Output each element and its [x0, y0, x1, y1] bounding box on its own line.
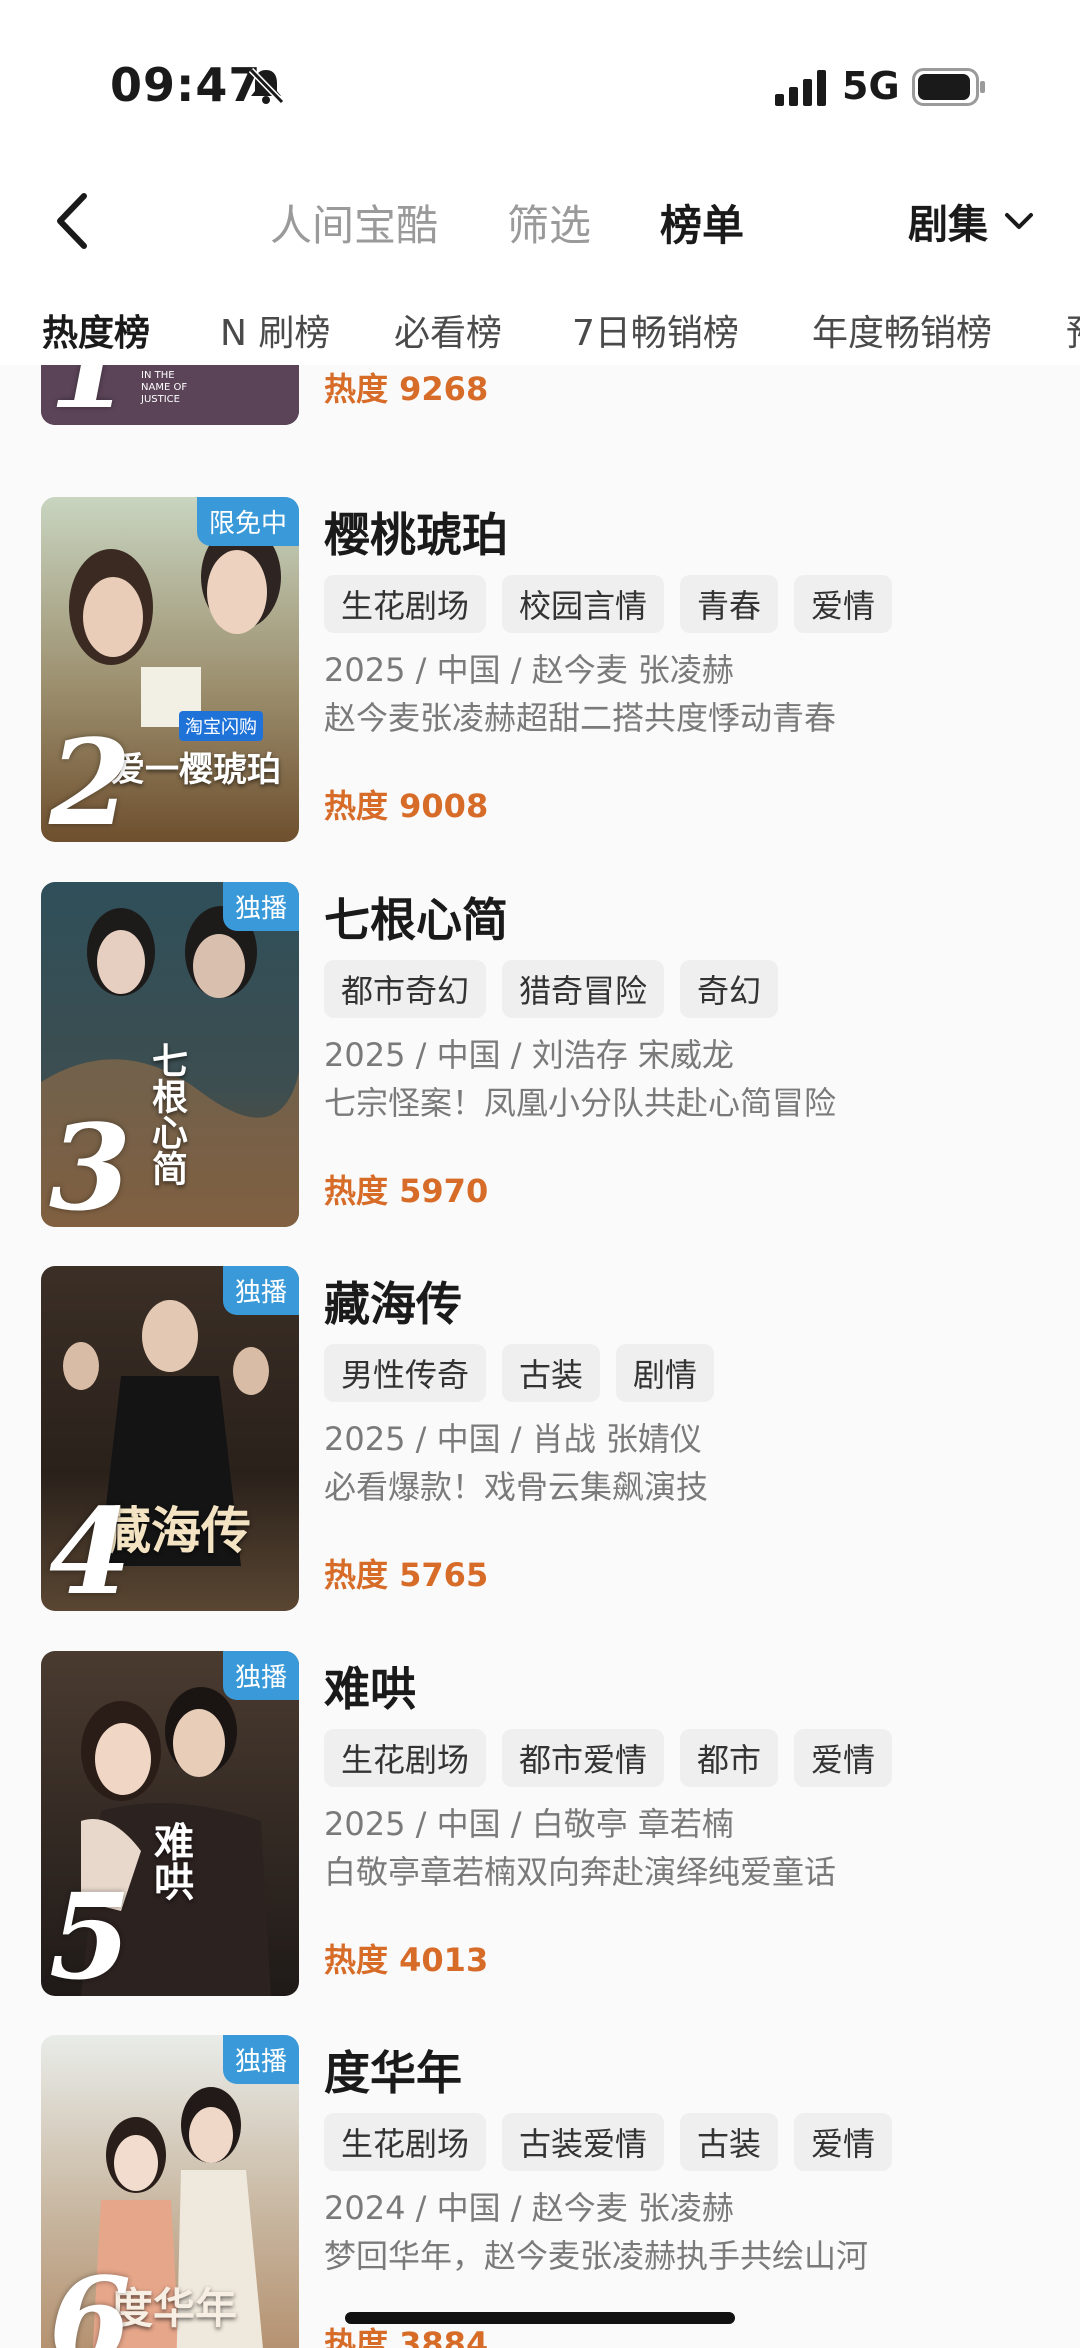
rank-tab-must-watch[interactable]: 必看榜	[394, 304, 502, 356]
poster-rank: 5	[49, 1867, 132, 1996]
item-title[interactable]: 难哄	[324, 1653, 416, 1719]
poster-rank: 4	[49, 1482, 132, 1611]
list-item[interactable]: 独播 难哄 5 难哄 生花剧场 都市爱情 都市 爱情 2025 / 中国 / 白…	[0, 1651, 1080, 2036]
rank-tab-rewatch[interactable]: N 刷榜	[220, 304, 330, 356]
tag[interactable]: 青春	[680, 575, 779, 633]
status-time: 09:47	[110, 58, 262, 112]
heat-value: 热度 5970	[324, 1172, 489, 1210]
tag[interactable]: 爱情	[794, 575, 893, 633]
signal-icon	[775, 70, 826, 106]
rank-tabs: 热度榜 N 刷榜 必看榜 7日畅销榜 年度畅销榜 预	[0, 300, 1080, 360]
poster[interactable]: 独播 难哄 5	[41, 1651, 299, 1996]
item-meta: 2025 / 中国 / 白敬亭 章若楠	[324, 1805, 734, 1843]
item-description: 七宗怪案！凤凰小分队共赴心简冒险	[324, 1084, 837, 1122]
poster-rank: 6	[49, 2251, 132, 2348]
poster: IN THE NAME OF JUSTICE 1	[41, 365, 299, 425]
tag[interactable]: 古装	[680, 2113, 779, 2171]
chevron-down-icon	[1005, 213, 1033, 229]
tag[interactable]: 爱情	[794, 2113, 893, 2171]
rank-tab-7day-best[interactable]: 7日畅销榜	[572, 304, 739, 356]
bell-muted-icon	[248, 67, 285, 105]
tag[interactable]: 校园言情	[502, 575, 665, 633]
category-label: 剧集	[908, 202, 988, 248]
tag-list: 男性传奇 古装 剧情	[324, 1344, 715, 1402]
heat-value: 热度 4013	[324, 1941, 489, 1979]
poster[interactable]: 限免中 淘宝闪购 爱一樱琥珀 2	[41, 497, 299, 842]
heat-value: 热度 9008	[324, 787, 489, 825]
poster-badge: 独播	[222, 1651, 299, 1700]
tag-list: 生花剧场 都市爱情 都市 爱情	[324, 1729, 893, 1787]
list-item[interactable]: IN THE NAME OF JUSTICE 1 热度 9268	[0, 365, 1080, 465]
item-description: 梦回华年，赵今麦张凌赫执手共绘山河	[324, 2237, 869, 2275]
poster-badge: 限免中	[196, 497, 299, 546]
ranking-list: IN THE NAME OF JUSTICE 1 热度 9268	[0, 365, 1080, 2348]
tag-list: 生花剧场 古装爱情 古装 爱情	[324, 2113, 893, 2171]
tag[interactable]: 爱情	[794, 1729, 893, 1787]
tag[interactable]: 古装爱情	[502, 2113, 665, 2171]
poster-title-art: 七根心简	[146, 1042, 188, 1186]
poster-rank: 2	[49, 713, 132, 842]
tab-filter[interactable]: 筛选	[507, 192, 591, 253]
poster[interactable]: 独播 度华年 6	[41, 2035, 299, 2348]
poster[interactable]: 独播 七根心简 3	[41, 882, 299, 1227]
tag[interactable]: 都市	[680, 1729, 779, 1787]
poster-badge: 独播	[222, 2035, 299, 2084]
poster-title-art: 爱一樱琥珀	[111, 750, 281, 790]
item-meta: 2025 / 中国 / 刘浩存 宋威龙	[324, 1036, 734, 1074]
poster-title-art: 难哄	[147, 1821, 194, 1901]
item-meta: 2025 / 中国 / 肖战 张婧仪	[324, 1420, 702, 1458]
item-title[interactable]: 樱桃琥珀	[324, 499, 508, 565]
tab-renjian-baoku[interactable]: 人间宝酷	[270, 192, 438, 253]
list-item[interactable]: 独播 七根心简 3 七根心简 都市奇幻 猎奇冒险 奇幻 2025 / 中国 / …	[0, 882, 1080, 1267]
back-arrow-icon[interactable]	[50, 190, 94, 252]
poster-rank: 1	[49, 365, 131, 425]
nav-bar: 人间宝酷 筛选 榜单 剧集	[0, 170, 1080, 290]
tag[interactable]: 猎奇冒险	[502, 960, 665, 1018]
tag[interactable]: 生花剧场	[324, 2113, 487, 2171]
poster-badge: 独播	[222, 882, 299, 931]
tag[interactable]: 男性传奇	[324, 1344, 487, 1402]
network-label: 5G	[842, 64, 900, 108]
item-meta: 2025 / 中国 / 赵今麦 张凌赫	[324, 651, 734, 689]
poster-sticker: 淘宝闪购	[179, 711, 263, 741]
item-title[interactable]: 度华年	[324, 2037, 462, 2103]
item-description: 白敬亭章若楠双向奔赴演绎纯爱童话	[324, 1853, 837, 1891]
poster-badge: 独播	[222, 1266, 299, 1315]
poster-rank: 3	[49, 1098, 132, 1227]
battery-icon	[912, 68, 985, 106]
status-bar: 09:47 5G	[0, 0, 1080, 170]
tag[interactable]: 生花剧场	[324, 1729, 487, 1787]
poster[interactable]: 独播 藏海传 4	[41, 1266, 299, 1611]
poster-caption: IN THE NAME OF JUSTICE	[141, 370, 188, 405]
tag[interactable]: 都市奇幻	[324, 960, 487, 1018]
list-item[interactable]: 限免中 淘宝闪购 爱一樱琥珀 2 樱桃琥珀 生花剧场 校园言情 青春 爱情 20…	[0, 497, 1080, 882]
item-meta: 2024 / 中国 / 赵今麦 张凌赫	[324, 2189, 734, 2227]
item-description: 赵今麦张凌赫超甜二搭共度悸动青春	[324, 699, 837, 737]
tag[interactable]: 古装	[502, 1344, 601, 1402]
list-item[interactable]: 独播 度华年 6 度华年 生花剧场 古装爱情 古装 爱情 2024 / 中国 /…	[0, 2035, 1080, 2348]
list-item[interactable]: 独播 藏海传 4 藏海传 男性传奇 古装 剧情 2025 / 中国 / 肖战 张…	[0, 1266, 1080, 1651]
tab-ranking[interactable]: 榜单	[660, 192, 744, 253]
category-dropdown[interactable]: 剧集	[908, 192, 1036, 250]
item-title[interactable]: 七根心简	[324, 884, 508, 950]
tag[interactable]: 都市爱情	[502, 1729, 665, 1787]
tag-list: 都市奇幻 猎奇冒险 奇幻	[324, 960, 779, 1018]
item-description: 必看爆款！戏骨云集飙演技	[324, 1468, 709, 1506]
home-indicator[interactable]	[345, 2312, 735, 2324]
item-title[interactable]: 藏海传	[324, 1268, 462, 1334]
rank-tab-more[interactable]: 预	[1066, 304, 1080, 356]
heat-value: 热度 5765	[324, 1556, 489, 1594]
heat-value: 热度 9268	[324, 370, 489, 408]
tag[interactable]: 剧情	[616, 1344, 715, 1402]
rank-tab-hot[interactable]: 热度榜	[42, 304, 150, 356]
tag[interactable]: 生花剧场	[324, 575, 487, 633]
tag[interactable]: 奇幻	[680, 960, 779, 1018]
rank-tab-annual-best[interactable]: 年度畅销榜	[812, 304, 992, 356]
tag-list: 生花剧场 校园言情 青春 爱情	[324, 575, 893, 633]
